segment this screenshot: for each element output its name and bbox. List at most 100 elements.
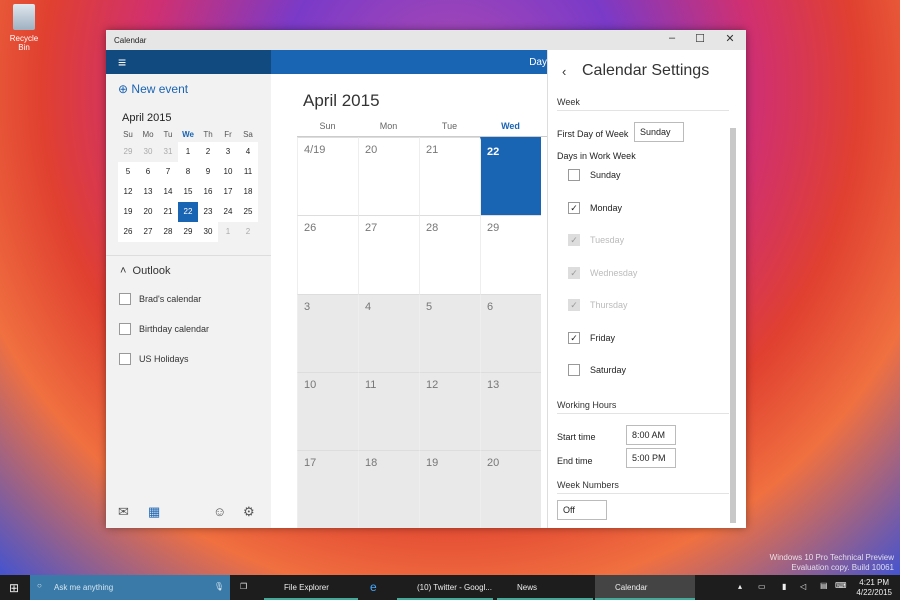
work-day-friday[interactable]: ✓ Friday [568, 331, 615, 344]
day-cell[interactable]: 5 [419, 294, 480, 372]
checkbox[interactable]: ✓ [568, 201, 580, 214]
mini-day[interactable]: 30 [198, 222, 218, 242]
mini-day[interactable]: 22 [178, 202, 198, 222]
mini-day[interactable]: 14 [158, 182, 178, 202]
mini-day[interactable]: 2 [198, 142, 218, 162]
work-day-saturday[interactable]: Saturday [568, 364, 626, 376]
maximize-button[interactable]: ☐ [686, 32, 714, 45]
signal-icon[interactable]: ▮ [782, 582, 786, 591]
taskbar-calendar[interactable]: Calendar [595, 575, 695, 600]
mini-day[interactable]: 12 [118, 182, 138, 202]
day-cell[interactable]: 6 [480, 294, 541, 372]
mini-day[interactable]: 25 [238, 202, 258, 222]
mini-day[interactable]: 20 [138, 202, 158, 222]
week-numbers-dropdown[interactable]: Off [557, 500, 607, 520]
mini-day[interactable]: 23 [198, 202, 218, 222]
checkbox[interactable] [568, 364, 580, 376]
task-view-icon[interactable]: ❐ [240, 582, 247, 591]
mini-day[interactable]: 9 [198, 162, 218, 182]
work-day-sunday[interactable]: Sunday [568, 169, 621, 181]
start-time-dropdown[interactable]: 8:00 AM [626, 425, 676, 445]
mini-day[interactable]: 4 [238, 142, 258, 162]
outlook-account-toggle[interactable]: ˄ Outlook [120, 265, 170, 277]
day-cell[interactable]: 4 [358, 294, 419, 372]
day-cell[interactable]: 20 [480, 450, 541, 528]
work-day-monday[interactable]: ✓ Monday [568, 201, 622, 214]
view-day-button[interactable]: Day [529, 57, 547, 68]
mini-day[interactable]: 13 [138, 182, 158, 202]
mini-day[interactable]: 1 [178, 142, 198, 162]
day-cell[interactable]: 11 [358, 372, 419, 450]
recycle-bin[interactable]: Recycle Bin [4, 4, 44, 52]
mini-day[interactable]: 5 [118, 162, 138, 182]
mini-day[interactable]: 2 [238, 222, 258, 242]
day-cell[interactable]: 4/19 [297, 137, 358, 215]
start-windows-icon[interactable]: ⊞ [9, 581, 19, 595]
mini-day[interactable]: 6 [138, 162, 158, 182]
checkbox[interactable] [568, 169, 580, 181]
mini-day[interactable]: 30 [138, 142, 158, 162]
day-cell[interactable]: 12 [419, 372, 480, 450]
network-icon[interactable]: ▭ [758, 582, 766, 591]
calendar-item[interactable]: Birthday calendar [119, 323, 209, 335]
new-event-button[interactable]: ⊕ New event [118, 82, 188, 96]
cortana-search-box[interactable]: ○ Ask me anything 🎙 [30, 575, 230, 600]
taskbar-file-explorer[interactable]: File Explorer [264, 575, 358, 600]
day-cell[interactable]: 3 [297, 294, 358, 372]
mini-day[interactable]: 3 [218, 142, 238, 162]
mini-day[interactable]: 19 [118, 202, 138, 222]
day-cell[interactable]: 28 [419, 215, 480, 294]
calendar-item[interactable]: Brad's calendar [119, 293, 201, 305]
clock[interactable]: 4:21 PM 4/22/2015 [856, 578, 892, 598]
mini-day[interactable]: 7 [158, 162, 178, 182]
calendar-checkbox[interactable] [119, 323, 131, 335]
mini-day[interactable]: 29 [118, 142, 138, 162]
end-time-dropdown[interactable]: 5:00 PM [626, 448, 676, 468]
calendar-checkbox[interactable] [119, 353, 131, 365]
settings-gear-icon[interactable]: ⚙ [243, 504, 255, 520]
mail-icon[interactable]: ✉ [118, 504, 129, 520]
day-cell[interactable]: 26 [297, 215, 358, 294]
day-cell[interactable]: 21 [419, 137, 480, 215]
show-hidden-icons[interactable]: ▴ [738, 582, 742, 591]
mini-day[interactable]: 11 [238, 162, 258, 182]
back-arrow-icon[interactable]: ‹ [562, 64, 566, 79]
keyboard-icon[interactable]: ⌨ [835, 581, 847, 590]
mini-day[interactable]: 21 [158, 202, 178, 222]
calendar-icon[interactable]: ▦ [148, 504, 160, 520]
minimize-button[interactable]: – [658, 32, 686, 44]
action-center-icon[interactable]: ▤ [820, 581, 828, 590]
first-day-dropdown[interactable]: Sunday [634, 122, 684, 142]
day-cell[interactable]: 13 [480, 372, 541, 450]
mini-day[interactable]: 1 [218, 222, 238, 242]
volume-icon[interactable]: ◁ [800, 582, 806, 591]
microphone-icon[interactable]: 🎙 [214, 582, 224, 591]
mini-day[interactable]: 16 [198, 182, 218, 202]
mini-day[interactable]: 27 [138, 222, 158, 242]
mini-day[interactable]: 31 [158, 142, 178, 162]
mini-day[interactable]: 18 [238, 182, 258, 202]
scrollbar[interactable] [730, 128, 736, 523]
day-cell[interactable]: 22 [480, 137, 541, 215]
day-cell[interactable]: 19 [419, 450, 480, 528]
taskbar-news[interactable]: News [497, 575, 593, 600]
day-cell[interactable]: 20 [358, 137, 419, 215]
mini-day[interactable]: 17 [218, 182, 238, 202]
day-cell[interactable]: 27 [358, 215, 419, 294]
mini-day[interactable]: 26 [118, 222, 138, 242]
mini-day[interactable]: 29 [178, 222, 198, 242]
calendar-checkbox[interactable] [119, 293, 131, 305]
edge-browser-icon[interactable]: e [370, 580, 377, 594]
day-cell[interactable]: 18 [358, 450, 419, 528]
mini-day[interactable]: 28 [158, 222, 178, 242]
day-cell[interactable]: 29 [480, 215, 541, 294]
mini-day[interactable]: 8 [178, 162, 198, 182]
day-cell[interactable]: 10 [297, 372, 358, 450]
mini-day[interactable]: 10 [218, 162, 238, 182]
taskbar-chrome[interactable]: (10) Twitter - Googl... [397, 575, 493, 600]
feedback-smiley-icon[interactable]: ☺ [213, 504, 226, 519]
mini-day[interactable]: 24 [218, 202, 238, 222]
day-cell[interactable]: 17 [297, 450, 358, 528]
checkbox[interactable]: ✓ [568, 331, 580, 344]
mini-day[interactable]: 15 [178, 182, 198, 202]
